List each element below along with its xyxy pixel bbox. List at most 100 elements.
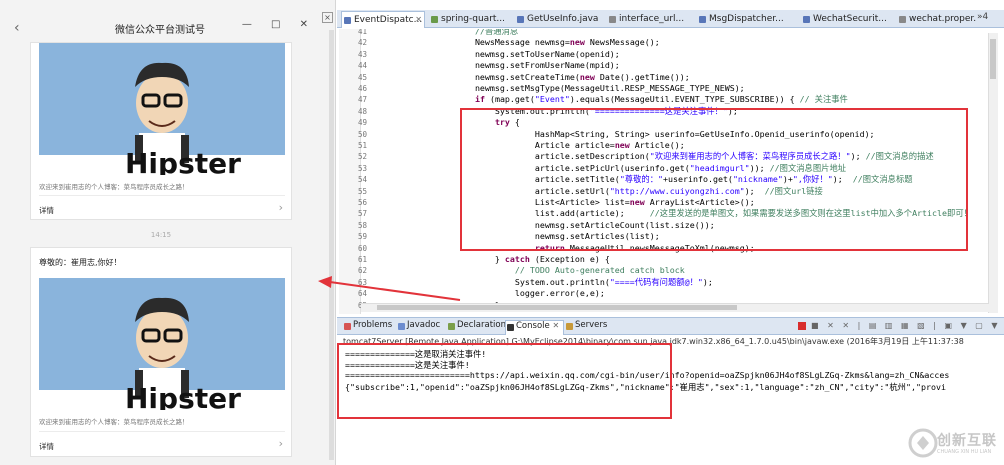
code-line: 43 newmsg.setToUserName(openid); bbox=[337, 49, 977, 60]
properties-file-icon bbox=[609, 16, 616, 23]
line-number: 46 bbox=[357, 84, 367, 93]
line-number: 51 bbox=[357, 141, 367, 150]
wechat-scrollbar[interactable] bbox=[329, 30, 334, 460]
line-number: 47 bbox=[357, 95, 367, 105]
code-text: newmsg.setCreateTime(new Date().getTime(… bbox=[415, 71, 690, 82]
terminate-icon[interactable] bbox=[798, 322, 806, 330]
code-line: 41 //普通消息 bbox=[337, 29, 977, 37]
close-icon[interactable]: × bbox=[322, 12, 333, 23]
tab-wechat-properties[interactable]: wechat.proper... bbox=[897, 11, 977, 28]
console-icon bbox=[507, 324, 514, 331]
close-icon[interactable]: ✕ bbox=[552, 321, 559, 330]
line-number: 64 bbox=[357, 289, 367, 299]
tab-msgdispatcher[interactable]: MsgDispatcher... bbox=[697, 11, 797, 28]
chevron-right-icon: › bbox=[278, 437, 283, 450]
line-number: 63 bbox=[357, 277, 367, 287]
card-1-desc: 欢迎来到崔用志的个人博客：菜鸟程序员成长之路！ bbox=[39, 183, 189, 191]
image-text-2: Hipster bbox=[125, 382, 241, 410]
line-number: 48 bbox=[357, 106, 367, 116]
chevron-right-icon: › bbox=[278, 201, 283, 214]
divider bbox=[39, 431, 285, 432]
tab-declaration[interactable]: Declaration bbox=[447, 320, 506, 330]
java-file-icon bbox=[517, 16, 524, 23]
code-text: newmsg.setToUserName(openid); bbox=[415, 48, 620, 59]
card-2-details-link[interactable]: 详情 bbox=[39, 441, 54, 452]
tab-label: Servers bbox=[575, 320, 608, 330]
code-line: 64 logger.error(e,e); bbox=[337, 288, 977, 299]
wechat-titlebar: ‹ 微信公众平台测试号 — □ ✕ bbox=[0, 14, 320, 42]
tab-javadoc[interactable]: Javadoc bbox=[397, 320, 440, 330]
line-number: 58 bbox=[357, 220, 367, 230]
tab-label: MsgDispatcher... bbox=[709, 14, 784, 24]
code-line: 46 newmsg.setMsgType(MessageUtil.RESP_ME… bbox=[337, 83, 977, 94]
hipster-image: Hipster bbox=[39, 278, 285, 410]
code-line: 61 } catch (Exception e) { bbox=[337, 254, 977, 265]
java-file-icon bbox=[699, 16, 706, 23]
tab-label: EventDispatc... bbox=[354, 15, 423, 25]
code-line: 63 System.out.println("====代码有问题额@！"); bbox=[337, 277, 977, 288]
watermark-subtext: CHUANG XIN HU LIAN bbox=[937, 449, 992, 455]
divider bbox=[39, 195, 285, 196]
line-number: 49 bbox=[357, 118, 367, 128]
scroll-thumb[interactable] bbox=[377, 305, 737, 310]
news-card-1[interactable]: Hipster 欢迎来到崔用志的个人博客：菜鸟程序员成长之路！ 详情 › bbox=[30, 42, 292, 220]
tab-servers[interactable]: Servers bbox=[565, 320, 607, 330]
line-number: 42 bbox=[357, 38, 367, 48]
window-controls[interactable]: — □ ✕ bbox=[242, 19, 316, 30]
code-line: 44 newmsg.setFromUserName(mpid); bbox=[337, 60, 977, 71]
line-number: 54 bbox=[357, 175, 367, 185]
line-number: 53 bbox=[357, 163, 367, 173]
card-2-desc: 欢迎来到崔用志的个人博客：菜鸟程序员成长之路！ bbox=[39, 418, 189, 426]
line-number: 55 bbox=[357, 186, 367, 196]
tab-wechatsecurity[interactable]: WechatSecurit... bbox=[801, 11, 897, 28]
tab-label: Console bbox=[516, 321, 550, 331]
problems-icon bbox=[344, 323, 351, 330]
line-number: 45 bbox=[357, 72, 367, 82]
tab-getuseinfo[interactable]: GetUseInfo.java bbox=[515, 11, 607, 28]
annotation-box-code bbox=[460, 108, 968, 251]
tab-spring-quartz[interactable]: spring-quart... bbox=[429, 11, 513, 28]
line-number: 62 bbox=[357, 266, 367, 276]
code-text: } catch (Exception e) { bbox=[415, 254, 610, 264]
message-timestamp: 14:15 bbox=[150, 231, 172, 239]
code-line: 47 if (map.get("Event").equals(MessageUt… bbox=[337, 94, 977, 105]
tab-problems[interactable]: Problems bbox=[343, 320, 392, 330]
tab-label: Declaration bbox=[457, 320, 507, 330]
servers-icon bbox=[566, 323, 573, 330]
close-icon[interactable]: ✕ bbox=[415, 12, 422, 28]
news-card-2[interactable]: 尊敬的：崔用志,你好！ Hipster 欢迎来到崔用志的个人博客：菜鸟程序员成长… bbox=[30, 247, 292, 457]
code-text: newmsg.setMsgType(MessageUtil.RESP_MESSA… bbox=[415, 83, 745, 93]
annotation-box-console bbox=[337, 343, 672, 419]
image-text-1: Hipster bbox=[125, 147, 241, 175]
console-toolbar[interactable]: ■ ✕ ✕ | ▤ ▥ ▦ ▧ | ▣ ▼ ▢ ▼ bbox=[811, 321, 1001, 330]
code-line: 45 newmsg.setCreateTime(new Date().getTi… bbox=[337, 72, 977, 83]
tab-label: wechat.proper... bbox=[909, 14, 977, 24]
tab-label: spring-quart... bbox=[441, 14, 506, 24]
code-text: //普通消息 bbox=[474, 29, 519, 36]
tab-label: interface_url... bbox=[619, 14, 685, 24]
code-text: newmsg.setFromUserName(mpid); bbox=[415, 60, 620, 71]
tab-console[interactable]: Console ✕ bbox=[505, 320, 565, 335]
line-number: 50 bbox=[357, 129, 367, 139]
editor-tabs: EventDispatc... ✕ spring-quart... GetUse… bbox=[337, 10, 1004, 28]
tabs-overflow[interactable]: »4 bbox=[977, 12, 988, 22]
code-text: logger.error(e,e); bbox=[415, 288, 605, 299]
code-text: // TODO Auto-generated catch block bbox=[514, 265, 685, 276]
scroll-thumb[interactable] bbox=[990, 39, 996, 79]
line-number: 44 bbox=[357, 61, 367, 71]
java-file-icon bbox=[803, 16, 810, 23]
card-1-details-link[interactable]: 详情 bbox=[39, 205, 54, 216]
code-text: if (map.get("Event").equals(MessageUtil.… bbox=[474, 94, 848, 105]
code-line: 42 NewsMessage newmsg=new NewsMessage(); bbox=[337, 37, 977, 48]
watermark-text: 创新互联 bbox=[937, 433, 997, 449]
line-number: 52 bbox=[357, 152, 367, 162]
console-view-tabs: Problems Javadoc Declaration Console ✕ S… bbox=[337, 317, 1004, 335]
card-2-title: 尊敬的：崔用志,你好！ bbox=[39, 258, 122, 267]
hipster-image: Hipster bbox=[39, 43, 285, 175]
tab-interface-url[interactable]: interface_url... bbox=[607, 11, 695, 28]
tab-eventdispatcher[interactable]: EventDispatc... ✕ bbox=[341, 11, 425, 28]
line-number: 61 bbox=[357, 255, 367, 264]
line-number: 57 bbox=[357, 209, 367, 219]
line-number: 59 bbox=[357, 232, 367, 242]
tab-label: GetUseInfo.java bbox=[527, 14, 599, 24]
